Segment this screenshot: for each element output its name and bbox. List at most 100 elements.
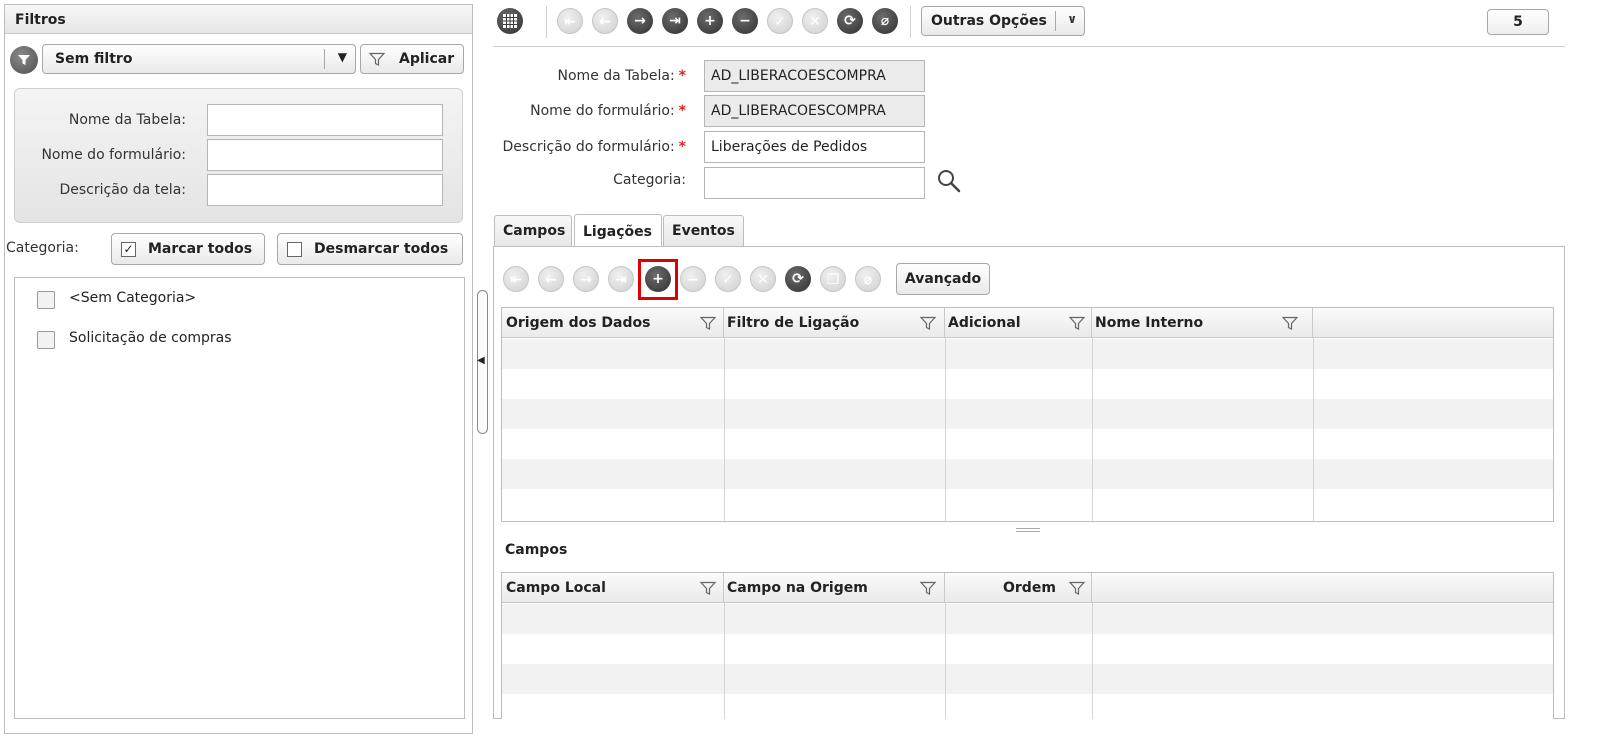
apply-filter-button[interactable]: Aplicar (360, 44, 464, 74)
previous-record-icon[interactable]: ← (592, 8, 618, 34)
funnel-icon[interactable] (1281, 316, 1299, 335)
empty-row (502, 694, 1553, 719)
attach-icon[interactable]: ⌀ (855, 266, 881, 292)
table-name-label: Nome da Tabela: * (557, 68, 686, 84)
empty-row (502, 489, 1553, 519)
column-header[interactable]: Adicional (945, 308, 1092, 338)
unchecked-checkbox-icon (287, 242, 302, 257)
other-options-button[interactable]: Outras Opções ∨ (921, 6, 1085, 36)
column-header[interactable]: Campo na Origem (724, 573, 945, 603)
links-grid-header: Origem dos Dados Filtro de Ligação Adici… (502, 308, 1553, 338)
filter-form-name-input[interactable] (207, 139, 443, 171)
panel-splitter[interactable]: ◀ (477, 290, 488, 434)
column-header[interactable]: Origem dos Dados (502, 308, 724, 338)
chevron-down-icon: ∨ (1067, 12, 1077, 26)
search-icon[interactable] (936, 168, 962, 198)
add-button-highlight (638, 259, 678, 300)
checked-checkbox-icon: ✓ (121, 242, 136, 257)
refresh-icon[interactable]: ⟳ (837, 8, 863, 34)
filter-fields-box: Nome da Tabela: Nome do formulário: Desc… (14, 88, 463, 223)
first-record-icon[interactable]: ⇤ (503, 266, 529, 292)
confirm-icon[interactable]: ✓ (767, 8, 793, 34)
mark-all-label: Marcar todos (148, 241, 253, 257)
filter-table-name-label: Nome da Tabela: (68, 112, 186, 128)
column-header[interactable]: Campo Local (502, 573, 724, 603)
funnel-icon[interactable] (919, 316, 937, 335)
other-options-divider (1055, 11, 1056, 31)
required-marker: * (678, 139, 686, 155)
funnel-icon[interactable] (1068, 581, 1086, 600)
empty-row (502, 604, 1553, 634)
add-filter-icon[interactable] (10, 46, 38, 74)
toolbar-divider (546, 6, 547, 38)
next-record-icon[interactable]: → (627, 8, 653, 34)
confirm-icon[interactable]: ✓ (715, 266, 741, 292)
column-header-label: Origem dos Dados (506, 315, 651, 331)
tab-eventos[interactable]: Eventos (663, 215, 744, 246)
empty-row (502, 459, 1553, 489)
last-record-icon[interactable]: ⇥ (608, 266, 634, 292)
next-record-icon[interactable]: → (573, 266, 599, 292)
resize-grip[interactable] (1016, 528, 1040, 532)
funnel-icon[interactable] (699, 581, 717, 600)
empty-row (502, 634, 1553, 664)
caret-down-icon: ▼ (337, 50, 347, 64)
filter-select[interactable]: Sem filtro ▼ (42, 44, 356, 74)
advanced-button[interactable]: Avançado (896, 263, 990, 295)
category-field[interactable] (704, 167, 925, 199)
other-options-label: Outras Opções (931, 13, 1047, 29)
empty-row (502, 399, 1553, 429)
funnel-icon[interactable] (699, 316, 717, 335)
collapse-left-icon[interactable]: ◀ (477, 355, 485, 366)
filter-table-name-input[interactable] (207, 104, 443, 136)
column-header[interactable]: Filtro de Ligação (724, 308, 945, 338)
record-count-badge: 5 (1487, 9, 1549, 35)
filter-screen-desc-input[interactable] (207, 174, 443, 206)
previous-record-icon[interactable]: ← (538, 266, 564, 292)
mark-all-button[interactable]: ✓ Marcar todos (111, 233, 265, 265)
tab-campos[interactable]: Campos (494, 215, 572, 246)
unmark-all-button[interactable]: Desmarcar todos (277, 233, 463, 265)
remove-icon[interactable]: − (732, 8, 758, 34)
first-record-icon[interactable]: ⇤ (557, 8, 583, 34)
funnel-icon[interactable] (1068, 316, 1086, 335)
unmark-all-label: Desmarcar todos (314, 241, 449, 257)
column-header[interactable]: Ordem (945, 573, 1092, 603)
funnel-icon (368, 52, 386, 71)
column-divider (724, 338, 725, 521)
filter-form-name-label: Nome do formulário: (41, 147, 186, 163)
fields-grid: Campo Local Campo na Origem Ordem (501, 572, 1554, 719)
column-header-label: Nome Interno (1095, 315, 1204, 331)
cancel-icon[interactable]: ✕ (802, 8, 828, 34)
toolbar-divider (910, 6, 911, 38)
category-filter-label: Categoria: (6, 240, 79, 256)
column-header[interactable]: Nome Interno (1092, 308, 1313, 338)
remove-icon[interactable]: − (680, 266, 706, 292)
last-record-icon[interactable]: ⇥ (662, 8, 688, 34)
category-list: <Sem Categoria> Solicitação de compras (14, 277, 465, 719)
column-divider (945, 338, 946, 521)
category-checkbox[interactable] (37, 291, 55, 309)
cancel-icon[interactable]: ✕ (750, 266, 776, 292)
toolbar-bottom-divider (493, 46, 1565, 47)
grid-view-icon[interactable] (497, 8, 523, 34)
empty-row (502, 369, 1553, 399)
column-divider (1092, 338, 1093, 521)
attach-icon[interactable]: ⌀ (872, 8, 898, 34)
form-name-field: AD_LIBERACOESCOMPRA (704, 95, 925, 127)
category-item-label: <Sem Categoria> (69, 290, 197, 306)
fields-grid-header: Campo Local Campo na Origem Ordem (502, 573, 1553, 603)
filter-select-value: Sem filtro (55, 51, 133, 67)
add-icon[interactable]: + (697, 8, 723, 34)
filter-select-divider (324, 49, 325, 69)
column-header-label: Campo na Origem (727, 580, 868, 596)
tab-ligacoes[interactable]: Ligações (574, 214, 662, 247)
required-marker: * (678, 103, 686, 119)
copy-icon[interactable]: ❐ (820, 266, 846, 292)
category-checkbox[interactable] (37, 331, 55, 349)
column-divider (724, 603, 725, 719)
refresh-icon[interactable]: ⟳ (785, 266, 811, 292)
funnel-icon[interactable] (919, 581, 937, 600)
form-description-field[interactable]: Liberações de Pedidos (704, 131, 925, 163)
column-divider (1313, 338, 1314, 521)
